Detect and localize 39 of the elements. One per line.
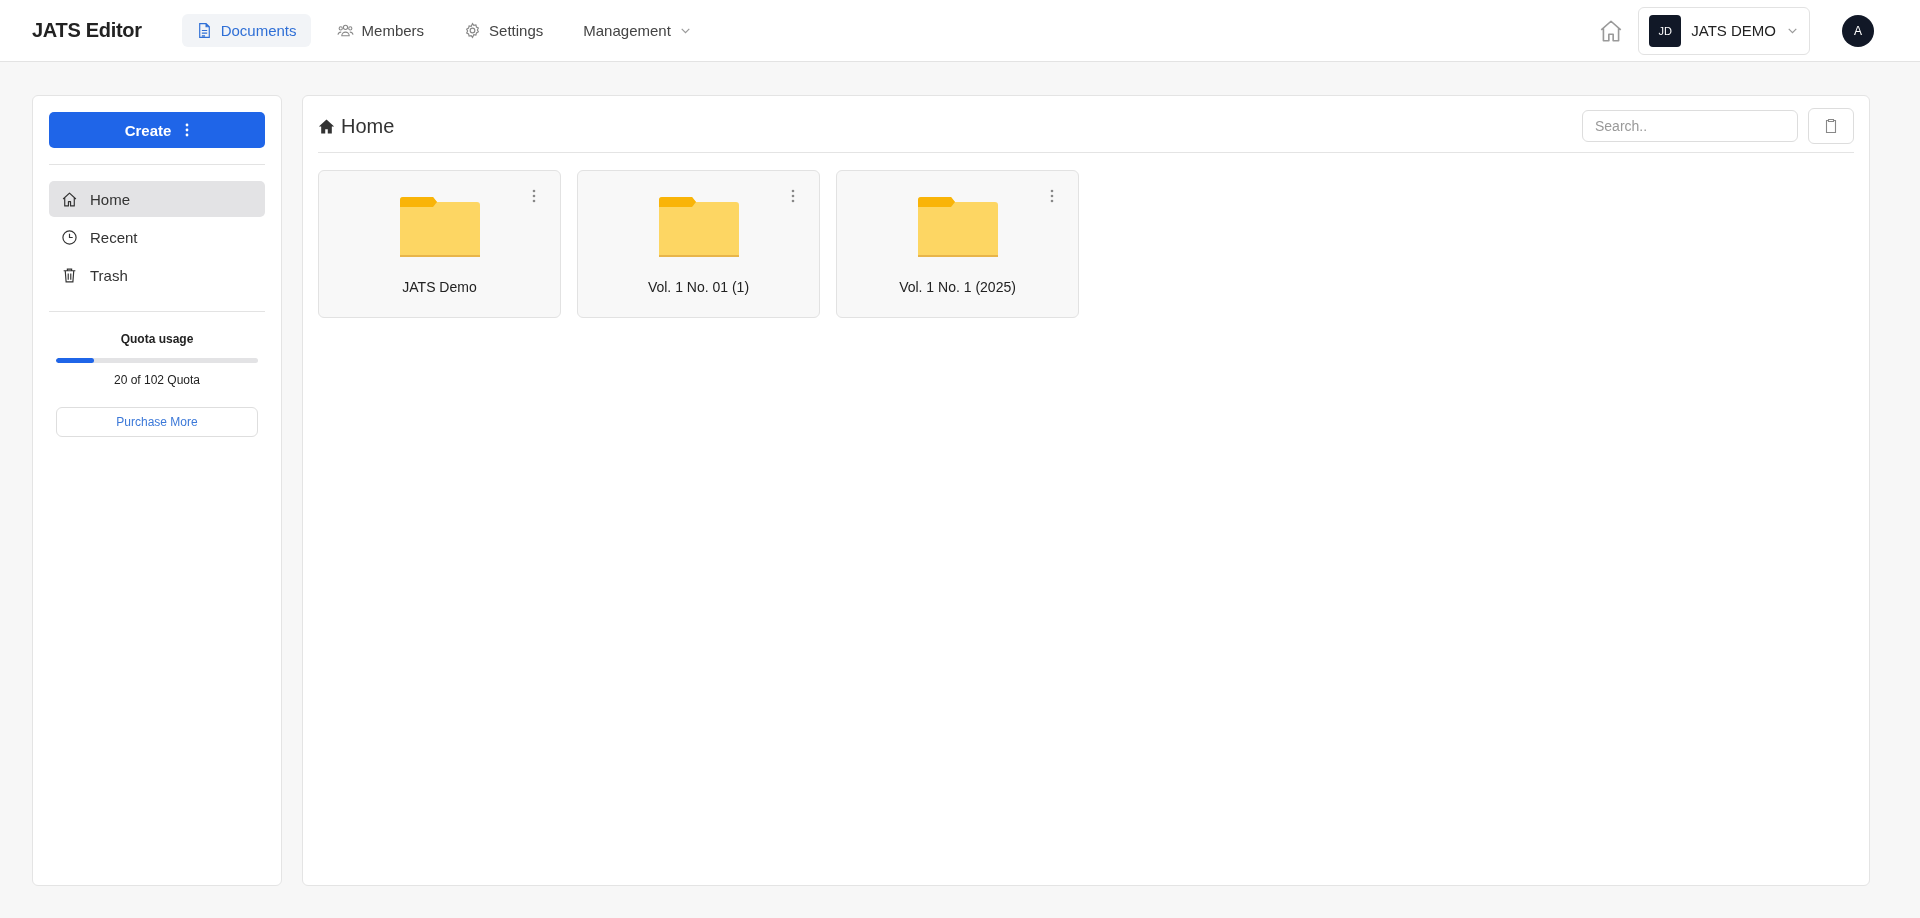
folder-card[interactable]: JATS Demo: [318, 170, 561, 318]
people-icon: [336, 22, 354, 39]
clock-icon: [61, 228, 78, 246]
sidebar-item[interactable]: Trash: [49, 257, 265, 293]
folder-icon: [399, 197, 480, 257]
folder-icon: [917, 197, 998, 257]
more-icon: [185, 122, 190, 138]
folder-card[interactable]: Vol. 1 No. 1 (2025): [836, 170, 1079, 318]
more-icon[interactable]: [532, 188, 536, 204]
sidebar-item[interactable]: Recent: [49, 219, 265, 255]
workspace-initials: JD: [1649, 14, 1682, 47]
nav-tab[interactable]: Management: [569, 14, 706, 47]
home-icon: [61, 190, 78, 208]
trash-icon: [61, 266, 78, 284]
page-title: Home: [341, 114, 395, 138]
folder-name: Vol. 1 No. 1 (2025): [899, 279, 1016, 295]
folder-name: JATS Demo: [402, 279, 477, 295]
more-icon[interactable]: [1050, 188, 1054, 204]
workspace-name: JATS DEMO: [1691, 22, 1776, 39]
search-field[interactable]: Search..: [1582, 110, 1798, 142]
app-title: JATS Editor: [32, 19, 142, 42]
settings-icon: [464, 22, 482, 39]
workspace-switcher[interactable]: JD JATS DEMO: [1638, 6, 1810, 55]
home-icon: [318, 117, 335, 135]
purchase-button[interactable]: Purchase More: [56, 407, 258, 437]
nav-tab[interactable]: Settings: [450, 14, 558, 47]
more-icon[interactable]: [791, 188, 795, 204]
clipboard-icon: [1823, 118, 1839, 134]
folder-icon: [658, 197, 739, 257]
clipboard-button[interactable]: [1808, 108, 1854, 144]
create-button[interactable]: Create: [49, 112, 265, 148]
nav-tab[interactable]: Documents: [181, 14, 311, 47]
quota-reading: 20 of 102 Quota: [113, 373, 201, 387]
nav-tab[interactable]: Members: [322, 14, 439, 47]
quota-title: Quota usage: [120, 332, 194, 346]
folder-name: Vol. 1 No. 01 (1): [647, 279, 750, 295]
folder-card[interactable]: Vol. 1 No. 01 (1): [577, 170, 820, 318]
user-avatar[interactable]: A: [1842, 14, 1874, 47]
sidebar-item[interactable]: Home: [49, 181, 265, 217]
